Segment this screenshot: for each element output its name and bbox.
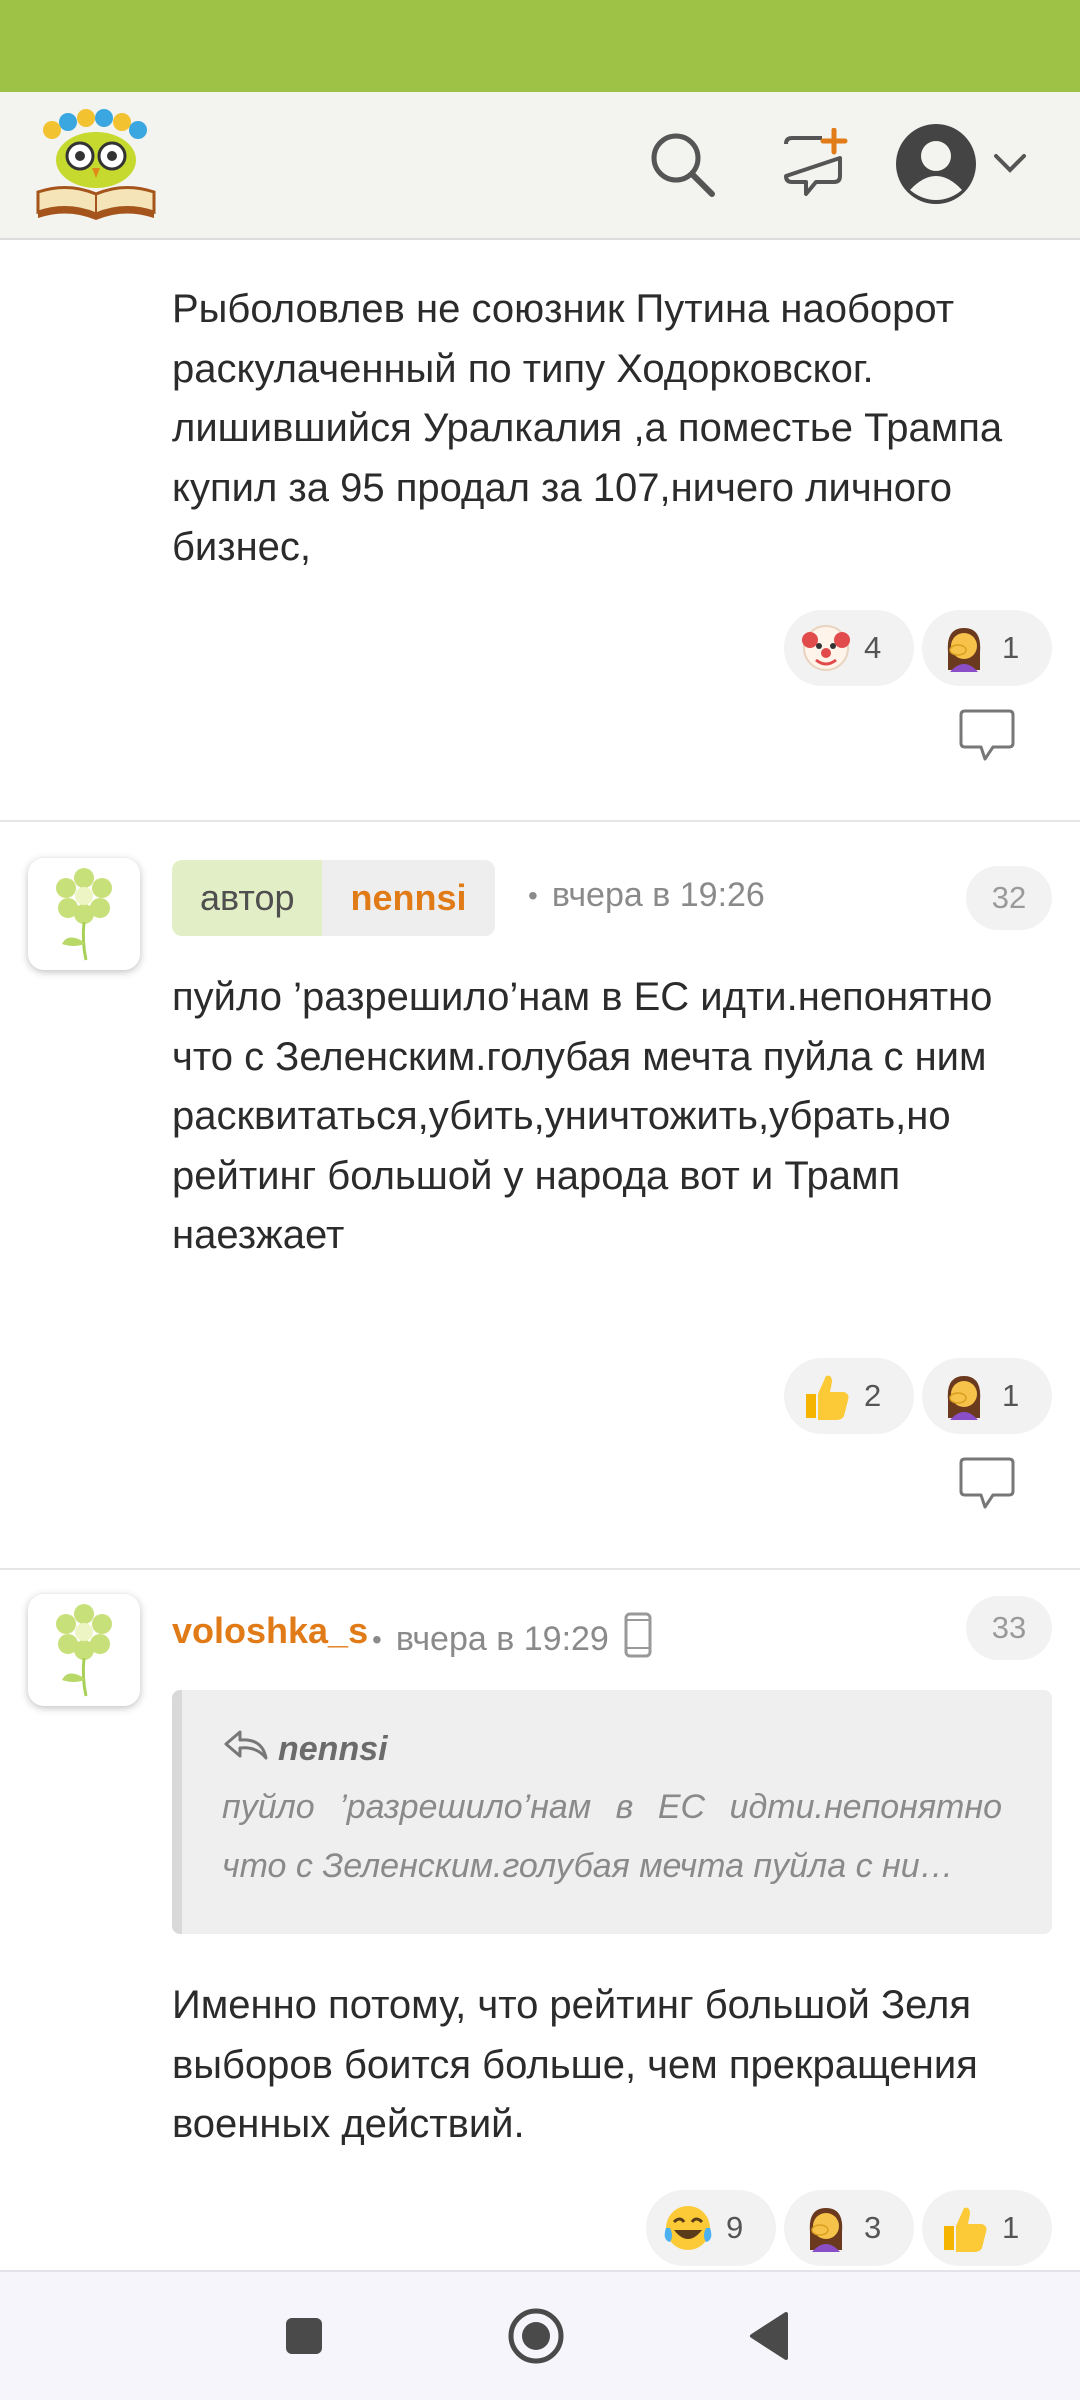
reply-button[interactable] xyxy=(955,1457,1019,1516)
comment-meta: • вчера в 19:26 xyxy=(514,876,765,915)
new-post-button[interactable] xyxy=(770,122,858,210)
tears-of-joy-emoji-icon xyxy=(660,2200,716,2256)
top-app-bar xyxy=(0,92,1080,240)
comment-text: пуйло ’разрешило’нам в ЕС идти.непонятно… xyxy=(172,975,993,1257)
comment-time[interactable]: вчера в 19:29 xyxy=(396,1620,609,1659)
home-circle-icon xyxy=(506,2306,566,2371)
recents-square-icon xyxy=(282,2314,326,2363)
username[interactable]: nennsi xyxy=(322,860,495,936)
reaction-button[interactable]: 2 xyxy=(784,1358,914,1434)
facepalm-emoji-icon xyxy=(798,2200,854,2256)
clown-emoji-icon xyxy=(798,620,854,676)
reaction-button[interactable]: 1 xyxy=(922,1358,1052,1434)
comment-number-badge[interactable]: 33 xyxy=(966,1596,1052,1660)
reaction-count: 3 xyxy=(864,2210,882,2245)
quote-author-name: nennsi xyxy=(278,1730,388,1768)
reaction-button[interactable]: 9 xyxy=(646,2190,776,2266)
reaction-count: 1 xyxy=(1002,1378,1020,1413)
reaction-button[interactable]: 1 xyxy=(922,610,1052,686)
comment-bubble-icon xyxy=(957,1457,1017,1516)
quoted-reply[interactable]: nennsi пуйло ’разрешило’нам в ЕС идти.не… xyxy=(172,1690,1052,1934)
status-bar xyxy=(0,0,1080,92)
separator-dot: • xyxy=(372,1623,382,1655)
quote-author: nennsi xyxy=(222,1728,388,1771)
chevron-down-icon xyxy=(992,152,1028,181)
account-menu-button[interactable] xyxy=(894,116,1044,216)
reaction-count: 4 xyxy=(864,630,882,665)
reaction-count: 1 xyxy=(1002,630,1020,665)
recents-button[interactable] xyxy=(262,2296,346,2380)
new-post-icon xyxy=(778,127,850,205)
comment-meta: • вчера в 19:29 xyxy=(358,1612,653,1667)
thumbs-up-emoji-icon xyxy=(936,2200,992,2256)
mobile-device-icon xyxy=(623,1612,653,1667)
facepalm-emoji-icon xyxy=(936,620,992,676)
back-triangle-icon xyxy=(746,2310,794,2367)
reaction-count: 9 xyxy=(726,2210,744,2245)
comment-divider xyxy=(0,1568,1080,1570)
quote-text: пуйло ’разрешило’нам в ЕС идти.непонятно… xyxy=(222,1788,1002,1885)
comment-text: Рыболовлев не союзник Путина наоборот ра… xyxy=(172,287,1003,569)
comment-time[interactable]: вчера в 19:26 xyxy=(552,876,765,915)
comment-number-badge[interactable]: 32 xyxy=(966,866,1052,930)
comment-divider xyxy=(0,820,1080,822)
daisy-avatar-icon xyxy=(44,862,124,967)
home-button[interactable] xyxy=(494,2296,578,2380)
avatar[interactable] xyxy=(28,858,140,970)
system-navigation-bar xyxy=(0,2270,1080,2400)
reaction-count: 1 xyxy=(1002,2210,1020,2245)
avatar[interactable] xyxy=(28,1594,140,1706)
search-button[interactable] xyxy=(638,122,726,210)
reply-button[interactable] xyxy=(955,709,1019,768)
thumbs-up-emoji-icon xyxy=(798,1368,854,1424)
comment-text: Именно потому, что рейтинг большой Зеля … xyxy=(172,1983,978,2146)
account-icon xyxy=(894,122,978,211)
search-icon xyxy=(646,128,718,205)
reaction-button[interactable]: 4 xyxy=(784,610,914,686)
author-label: автор xyxy=(172,860,323,936)
reply-arrow-icon xyxy=(222,1728,278,1771)
reaction-count: 2 xyxy=(864,1378,882,1413)
comment-bubble-icon xyxy=(957,709,1017,768)
back-button[interactable] xyxy=(728,2296,812,2380)
facepalm-emoji-icon xyxy=(936,1368,992,1424)
author-chip[interactable]: автор nennsi xyxy=(172,860,495,936)
reaction-button[interactable]: 1 xyxy=(922,2190,1052,2266)
daisy-avatar-icon xyxy=(44,1598,124,1703)
site-logo[interactable] xyxy=(34,108,158,224)
separator-dot: • xyxy=(528,879,538,911)
reaction-button[interactable]: 3 xyxy=(784,2190,914,2266)
username[interactable]: voloshka_s xyxy=(172,1610,368,1652)
